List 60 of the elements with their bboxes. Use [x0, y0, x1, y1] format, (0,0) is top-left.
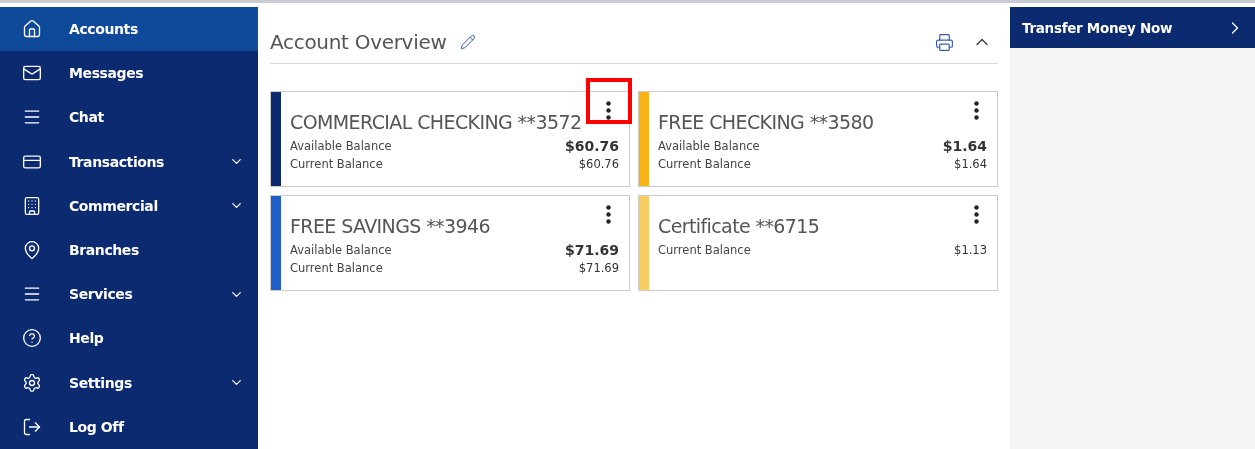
sidebar-item[interactable]: Settings: [0, 360, 258, 405]
building-icon: [22, 195, 42, 216]
sidebar-item-label: Commercial: [69, 197, 159, 214]
balance-amount: $1.64: [954, 156, 987, 173]
balance-label: Current Balance: [658, 156, 751, 173]
balance-label: Current Balance: [290, 260, 383, 277]
account-card[interactable]: Certificate **6715 Current Balance $1.13: [638, 195, 998, 291]
account-card[interactable]: COMMERCIAL CHECKING **3572 Available Balance $60.76 Current Balance $60.76: [270, 91, 630, 187]
map-pin-icon: [22, 240, 42, 261]
balance-label: Available Balance: [290, 242, 392, 259]
sidebar-item-label: Messages: [69, 65, 145, 82]
balance-amount: $1.64: [942, 137, 987, 155]
sidebar-item-label: Branches: [69, 242, 140, 259]
sidebar-item[interactable]: Commercial: [0, 183, 258, 228]
sidebar-item-label: Services: [69, 286, 134, 303]
sidebar-item-label: Transactions: [69, 153, 166, 170]
balance-amount: $60.76: [578, 156, 619, 173]
logout-icon: [22, 416, 42, 437]
account-name: FREE CHECKING **3580: [658, 111, 875, 133]
balance-amount: $60.76: [564, 137, 619, 155]
more-icon: [974, 205, 979, 224]
balance-label: Current Balance: [290, 156, 383, 173]
more-button[interactable]: [606, 101, 611, 120]
sidebar-item[interactable]: Transactions: [0, 139, 258, 184]
more-icon: [974, 101, 979, 120]
balance-label: Available Balance: [290, 138, 392, 155]
sidebar-item-label: Log Off: [69, 418, 126, 435]
print-icon[interactable]: [935, 32, 954, 52]
home-icon: [22, 19, 42, 40]
more-button[interactable]: [606, 205, 611, 224]
account-name: FREE SAVINGS **3946: [290, 215, 491, 237]
help-icon: [22, 328, 42, 349]
sidebar-item-label: Settings: [69, 374, 133, 391]
sidebar-item-label: Chat: [69, 109, 105, 126]
more-icon: [606, 101, 611, 120]
edit-icon[interactable]: [460, 34, 477, 50]
balance-amount: $1.13: [954, 242, 987, 259]
account-card[interactable]: FREE CHECKING **3580 Available Balance $1.64 Current Balance $1.64: [638, 91, 998, 187]
sidebar-item[interactable]: Log Off: [0, 404, 258, 449]
balance-amount: $71.69: [578, 260, 619, 277]
sidebar-item[interactable]: Services: [0, 272, 258, 317]
sidebar-item[interactable]: Chat: [0, 95, 258, 140]
more-icon: [606, 205, 611, 224]
account-name: COMMERCIAL CHECKING **3572: [290, 111, 583, 133]
sidebar-item-label: Help: [69, 330, 105, 347]
sidebar-item-label: Accounts: [69, 21, 139, 38]
balance-label: Available Balance: [658, 138, 760, 155]
sidebar-item[interactable]: Accounts: [0, 7, 258, 52]
sidebar-item[interactable]: Help: [0, 316, 258, 361]
more-button[interactable]: [974, 101, 979, 120]
panel-title: Account Overview: [270, 30, 447, 54]
transfer-button[interactable]: Transfer Money Now: [1010, 7, 1255, 48]
settings-icon: [22, 372, 42, 393]
sidebar-item[interactable]: Messages: [0, 51, 258, 96]
sidebar-item[interactable]: Branches: [0, 227, 258, 273]
balance-label: Current Balance: [658, 242, 751, 259]
account-card[interactable]: FREE SAVINGS **3946 Available Balance $71.69 Current Balance $71.69: [270, 195, 630, 291]
balance-amount: $71.69: [564, 241, 619, 259]
more-button[interactable]: [974, 205, 979, 224]
account-name: Certificate **6715: [658, 215, 821, 237]
